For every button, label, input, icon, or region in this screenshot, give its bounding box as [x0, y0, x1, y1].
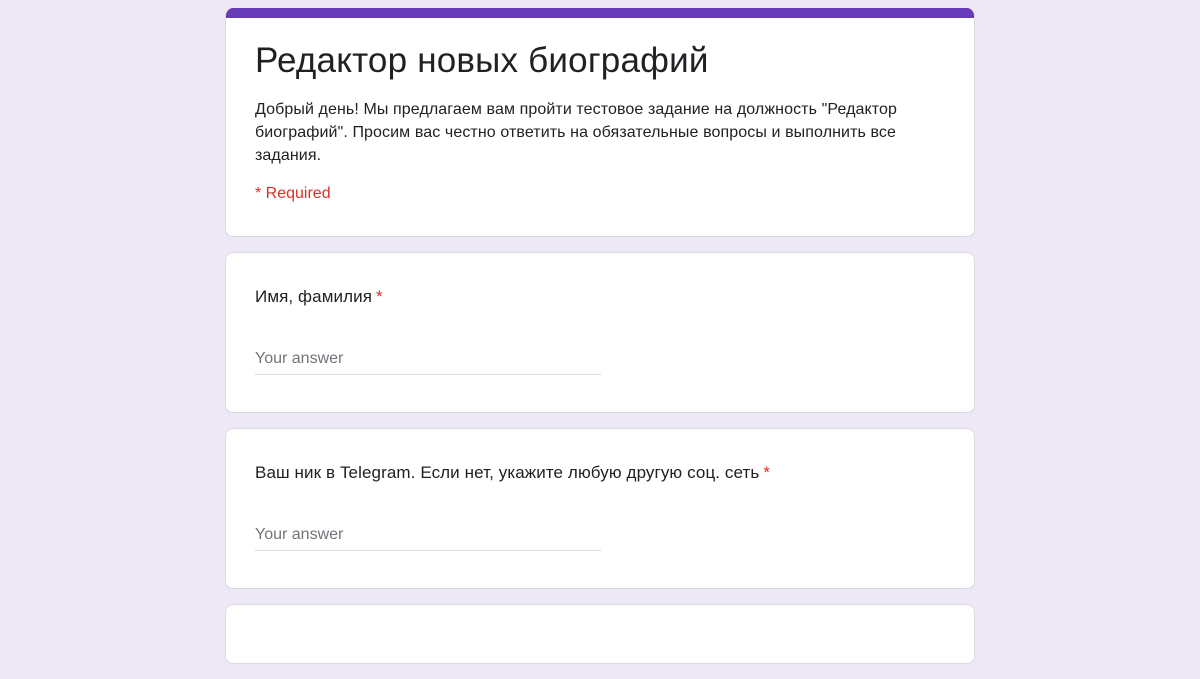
next-question-card — [225, 604, 975, 664]
required-note: * Required — [255, 185, 331, 202]
required-asterisk: * — [376, 287, 383, 306]
question-card-name: Имя, фамилия * — [225, 252, 975, 413]
question-label: Имя, фамилия * — [255, 286, 383, 308]
telegram-answer-input[interactable] — [255, 519, 601, 551]
question-text: Имя, фамилия — [255, 287, 373, 306]
question-label: Ваш ник в Telegram. Если нет, укажите лю… — [255, 462, 770, 484]
form-title: Редактор новых биографий — [255, 41, 709, 80]
form-description: Добрый день! Мы предлагаем вам пройти те… — [255, 101, 898, 164]
form-header-card: Редактор новых биографий Добрый день! Мы… — [225, 8, 975, 237]
question-card-telegram: Ваш ник в Telegram. Если нет, укажите лю… — [225, 428, 975, 589]
header-accent-stripe — [226, 8, 974, 18]
question-text: Ваш ник в Telegram. Если нет, укажите лю… — [255, 463, 760, 482]
form-column: Редактор новых биографий Добрый день! Мы… — [225, 8, 975, 679]
required-asterisk: * — [763, 463, 771, 482]
name-answer-input[interactable] — [255, 343, 601, 375]
